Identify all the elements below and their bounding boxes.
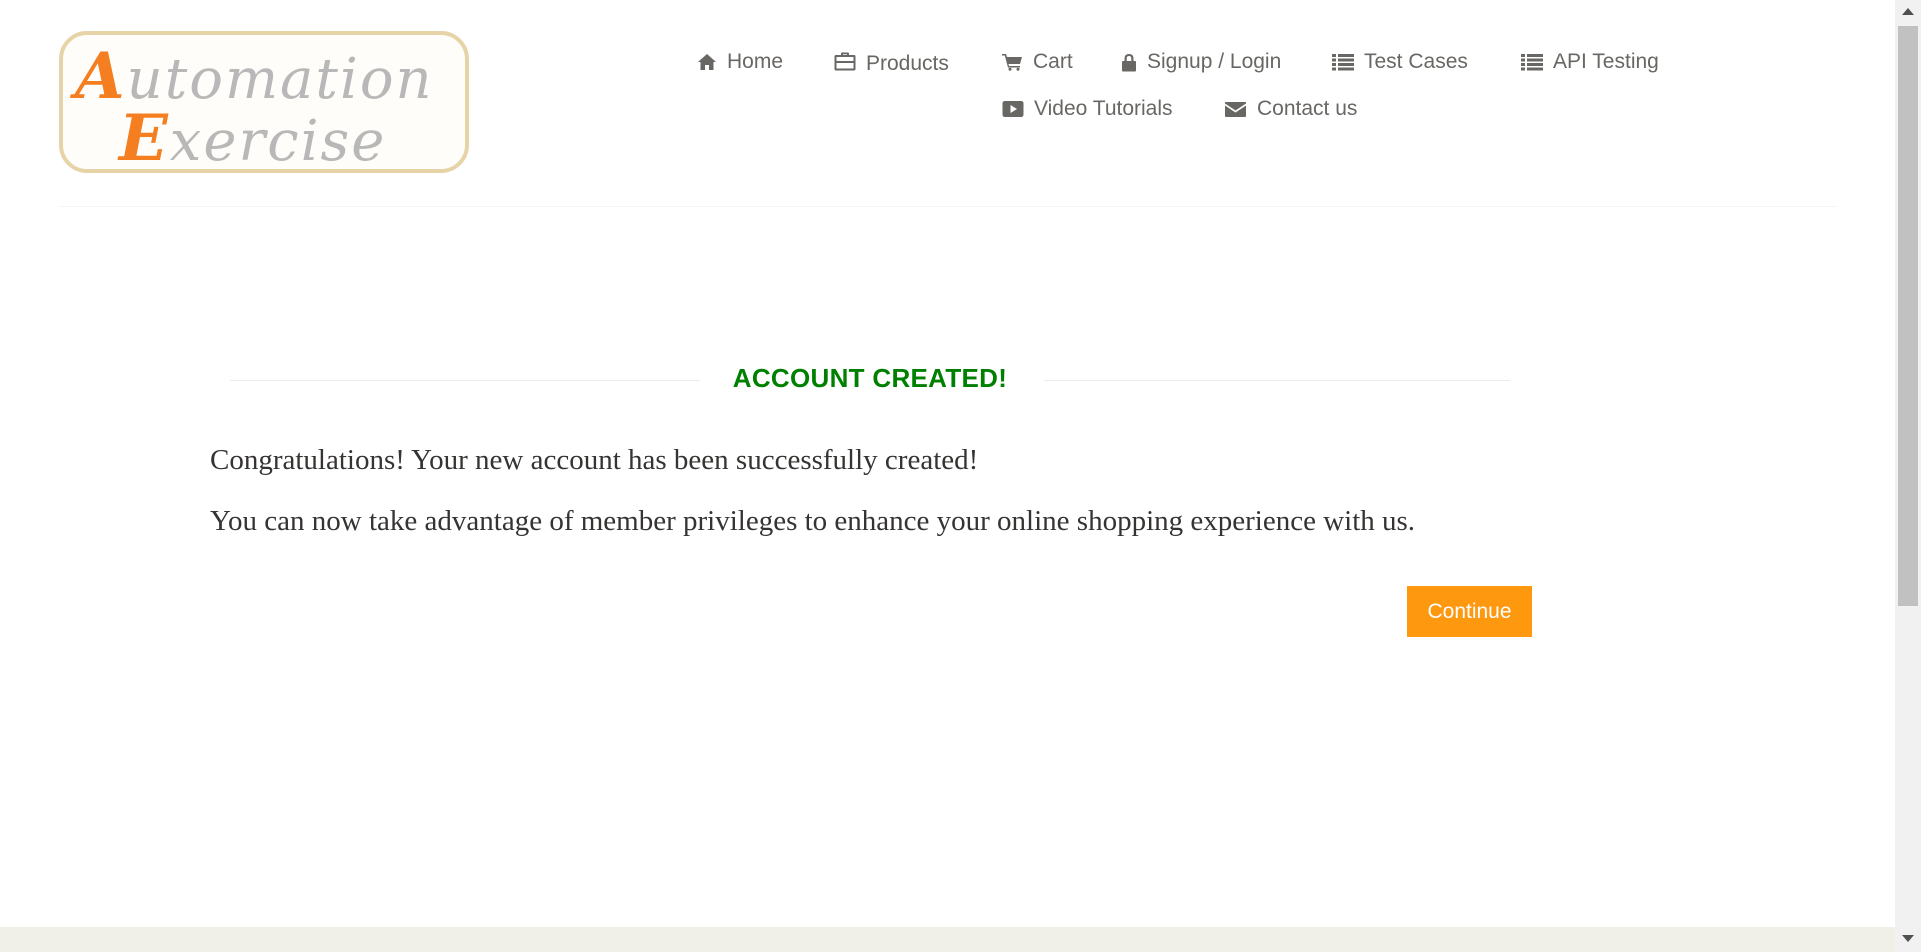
vertical-scrollbar[interactable] xyxy=(1895,0,1921,952)
page-bottom-strip xyxy=(0,927,1895,952)
home-icon xyxy=(698,54,716,70)
list-icon xyxy=(1521,54,1543,71)
site-header: Automation Exercise Home Products Cart S… xyxy=(0,0,1895,207)
page-title: ACCOUNT CREATED! xyxy=(732,363,1008,393)
scroll-down-arrow-icon[interactable] xyxy=(1902,935,1914,942)
page: Automation Exercise Home Products Cart S… xyxy=(0,0,1921,952)
congratulations-text: Congratulations! Your new account has be… xyxy=(210,444,979,476)
nav-contact-us-label: Contact us xyxy=(1257,97,1358,120)
youtube-play-icon xyxy=(1002,101,1024,117)
nav-test-cases-label: Test Cases xyxy=(1364,50,1468,73)
nav-signup-login-label: Signup / Login xyxy=(1147,50,1282,73)
nav-api-testing-label: API Testing xyxy=(1553,50,1659,73)
nav-test-cases[interactable]: Test Cases xyxy=(1332,50,1468,74)
continue-button[interactable]: Continue xyxy=(1407,586,1532,637)
member-privileges-text: You can now take advantage of member pri… xyxy=(210,505,1416,537)
nav-home-label: Home xyxy=(727,50,784,73)
envelope-icon xyxy=(1225,102,1246,117)
nav-cart-label: Cart xyxy=(1033,50,1073,73)
nav-video-tutorials-label: Video Tutorials xyxy=(1034,97,1173,120)
nav-products-label: Products xyxy=(866,52,949,75)
scroll-up-arrow-icon[interactable] xyxy=(1902,8,1914,15)
nav-video-tutorials[interactable]: Video Tutorials xyxy=(1002,97,1173,121)
nav-api-testing[interactable]: API Testing xyxy=(1521,50,1659,74)
cart-icon xyxy=(1002,54,1022,71)
lock-icon xyxy=(1122,53,1136,71)
nav-home[interactable]: Home xyxy=(697,50,783,74)
header-divider xyxy=(59,206,1837,207)
site-logo[interactable]: Automation Exercise xyxy=(59,31,469,176)
title-block: ACCOUNT CREATED! xyxy=(230,360,1510,400)
nav-products[interactable]: Products xyxy=(834,50,949,75)
nav-signup-login[interactable]: Signup / Login xyxy=(1121,50,1281,74)
list-icon xyxy=(1332,54,1354,71)
nav-cart[interactable]: Cart xyxy=(1002,50,1073,74)
briefcase-icon xyxy=(834,52,856,71)
scrollbar-thumb[interactable] xyxy=(1898,26,1918,606)
nav-contact-us[interactable]: Contact us xyxy=(1224,97,1357,121)
logo-line-2: Exercise xyxy=(119,101,387,176)
